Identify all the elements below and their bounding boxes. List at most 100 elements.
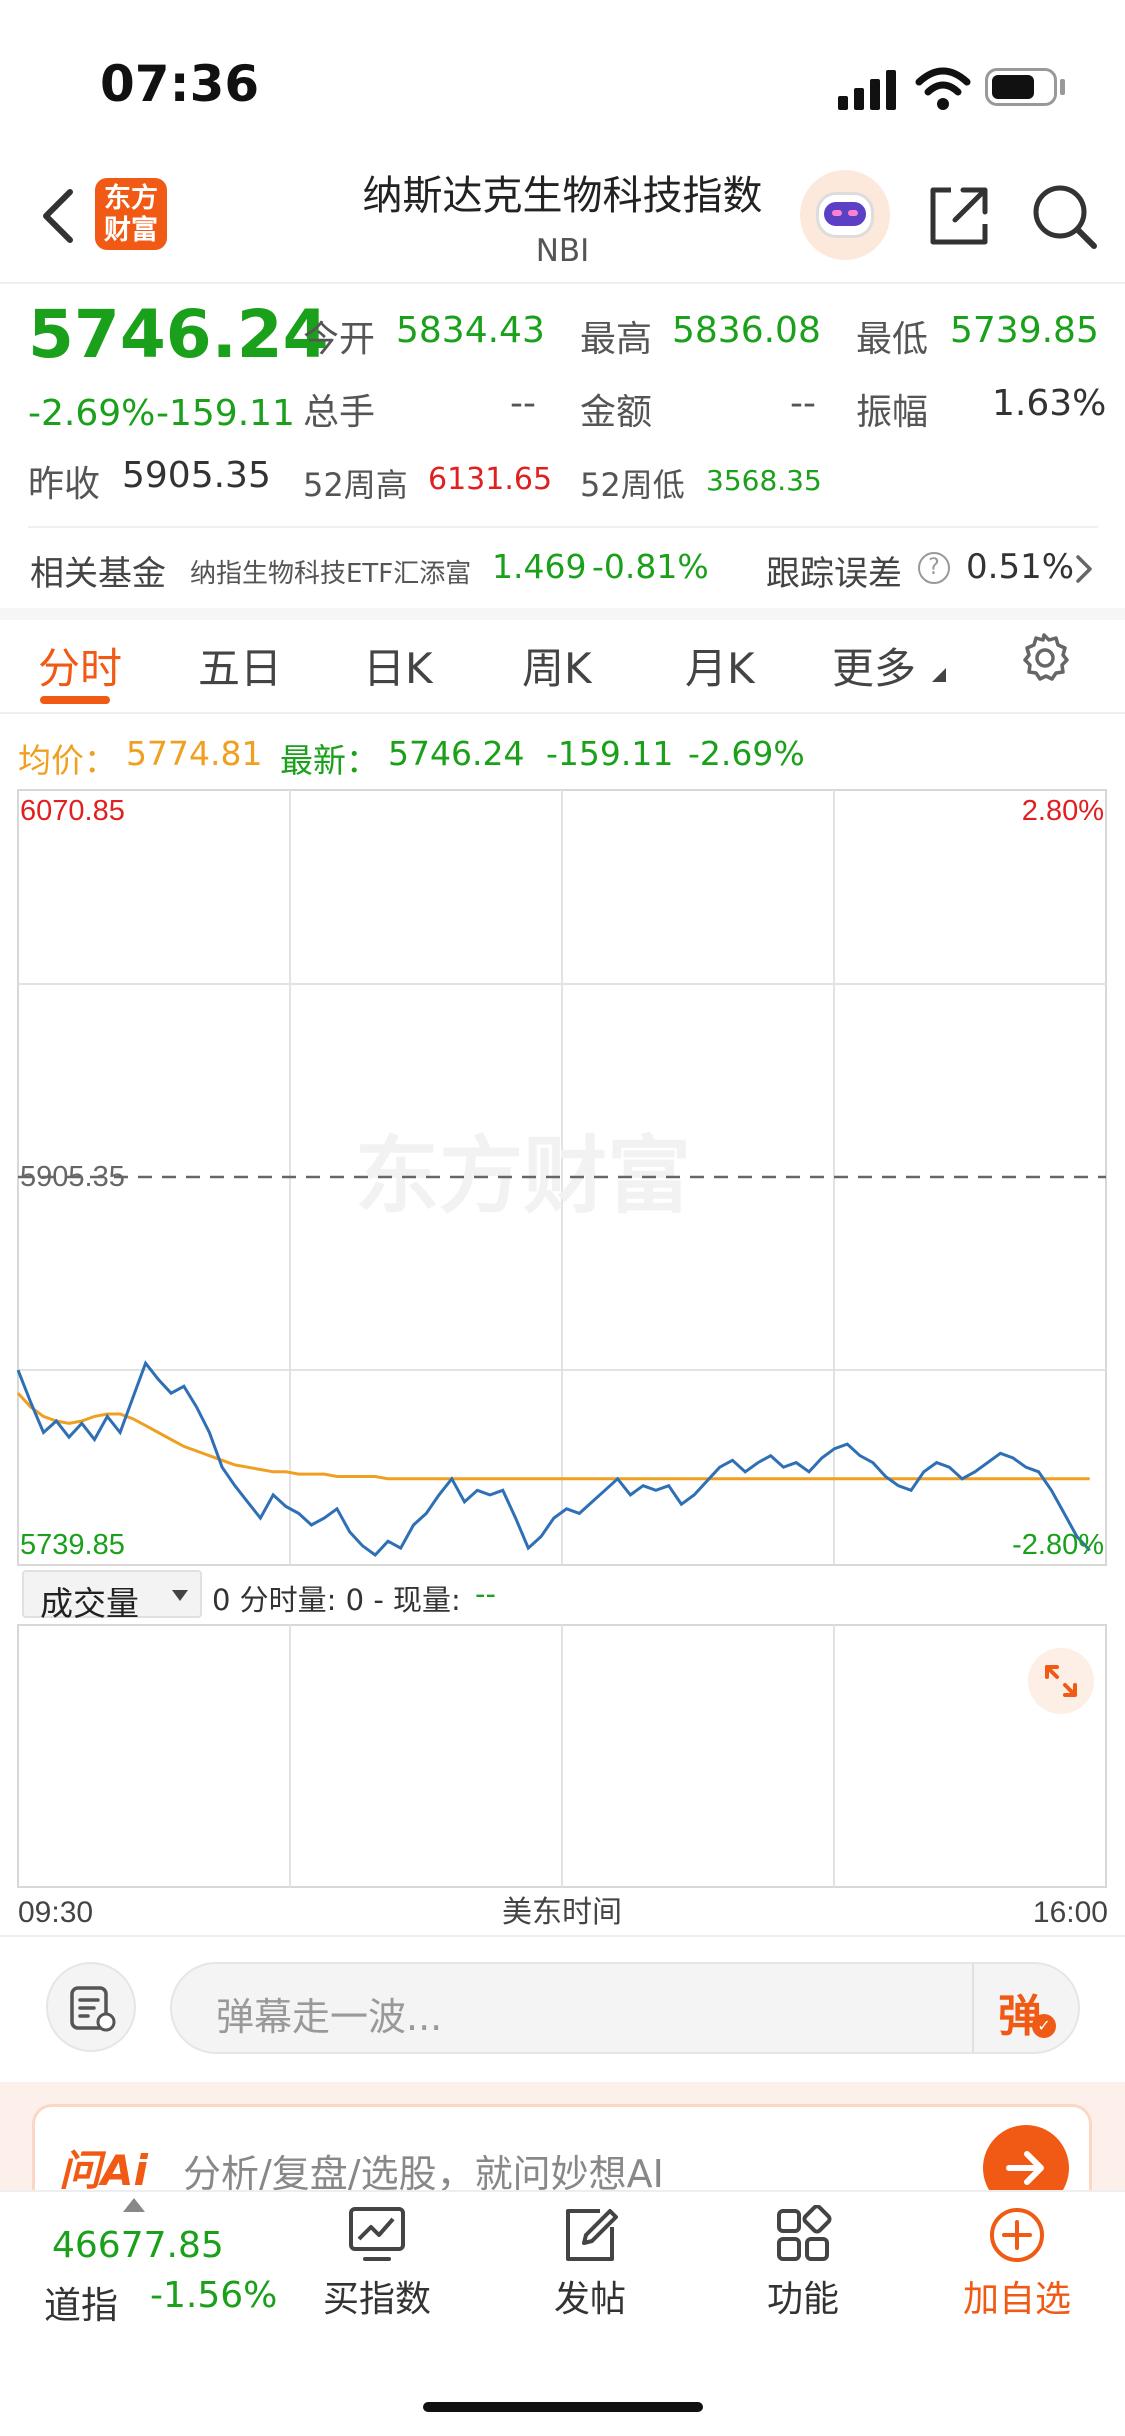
features-label: 功能 bbox=[766, 2279, 839, 2320]
prev-close-value: 5905.35 bbox=[122, 455, 271, 496]
edit-icon bbox=[566, 2209, 618, 2261]
settings-gear-icon[interactable] bbox=[1018, 632, 1070, 684]
week52-high-value: 6131.65 bbox=[428, 462, 553, 497]
pct-bottom-label: -2.80% bbox=[1012, 1529, 1104, 1561]
amplitude-value: 1.63% bbox=[992, 383, 1107, 424]
danmaku-input[interactable]: 弹幕走一波... 弹 ✓ bbox=[170, 1962, 1080, 2054]
post-label: 发帖 bbox=[553, 2279, 626, 2320]
latest-value: 5746.24 bbox=[388, 734, 525, 773]
high-value: 5836.08 bbox=[672, 310, 821, 351]
change-percent: -2.69% bbox=[28, 393, 156, 434]
tracking-error-value: 0.51% bbox=[966, 547, 1075, 587]
volume-readout-current: -- bbox=[475, 1577, 496, 1611]
amount-label: 金额 bbox=[580, 392, 653, 433]
buy-index-button[interactable]: 买指数 bbox=[302, 2200, 452, 2330]
y-bottom-label: 5739.85 bbox=[20, 1529, 125, 1561]
x-center-label: 美东时间 bbox=[502, 1895, 622, 1930]
wifi-icon bbox=[915, 67, 971, 110]
add-watchlist-label: 加自选 bbox=[962, 2279, 1071, 2320]
chevron-right-icon bbox=[1076, 555, 1092, 583]
latest-percent: -2.69% bbox=[688, 734, 805, 773]
high-label: 最高 bbox=[580, 319, 653, 360]
danmaku-settings-icon bbox=[70, 1986, 116, 2032]
open-value: 5834.43 bbox=[396, 310, 545, 351]
robot-avatar-icon[interactable] bbox=[800, 170, 890, 260]
share-icon[interactable] bbox=[925, 182, 993, 250]
fund-divider bbox=[0, 608, 1125, 620]
prev-close-label: 昨收 bbox=[28, 464, 101, 505]
check-badge-icon: ✓ bbox=[1032, 2014, 1056, 2038]
chart-bottom-divider bbox=[0, 1935, 1125, 1937]
expand-icon[interactable] bbox=[1028, 1648, 1094, 1714]
dropdown-triangle-icon bbox=[932, 668, 946, 682]
danmaku-list-button[interactable] bbox=[46, 1962, 136, 2052]
y-top-label: 6070.85 bbox=[20, 795, 125, 827]
help-icon[interactable]: ? bbox=[918, 552, 950, 584]
cellular-signal-icon bbox=[838, 70, 898, 110]
week52-high-label: 52周高 bbox=[303, 466, 408, 504]
volume-selector[interactable]: 成交量 bbox=[22, 1570, 202, 1623]
arrow-right-icon bbox=[1006, 2151, 1044, 2185]
battery-cap bbox=[1060, 79, 1065, 95]
x-end-label: 16:00 bbox=[1033, 1896, 1108, 1929]
tab-five-day[interactable]: 五日 bbox=[198, 635, 282, 696]
tracking-error-label: 跟踪误差 bbox=[766, 554, 902, 594]
tab-intraday[interactable]: 分时 bbox=[38, 635, 122, 696]
y-mid-label: 5905.35 bbox=[20, 1161, 125, 1193]
danmaku-separator bbox=[972, 1964, 974, 2052]
index-expand-arrow-icon[interactable] bbox=[123, 2198, 145, 2212]
danmaku-placeholder: 弹幕走一波... bbox=[216, 1995, 443, 2039]
grid-apps-icon bbox=[777, 2205, 832, 2261]
latest-change: -159.11 bbox=[546, 734, 674, 773]
volume-readout: 0 分时量: 0 - 现量: bbox=[212, 1583, 461, 1617]
status-time: 07:36 bbox=[100, 55, 260, 113]
tab-more[interactable]: 更多 bbox=[832, 635, 916, 696]
avg-price-value: 5774.81 bbox=[126, 734, 263, 773]
related-fund-row[interactable]: 相关基金 纳指生物科技ETF汇添富 1.469 -0.81% 跟踪误差 ? 0.… bbox=[0, 536, 1125, 596]
fund-price: 1.469 bbox=[492, 547, 587, 586]
tab-daily-k[interactable]: 日K bbox=[363, 635, 433, 696]
low-value: 5739.85 bbox=[950, 310, 1099, 351]
home-indicator bbox=[423, 2402, 703, 2412]
intraday-chart[interactable]: 东方财富 6070.85 5905.35 5739.85 2.80% -2.80… bbox=[0, 780, 1125, 1930]
fund-label: 相关基金 bbox=[30, 554, 166, 594]
dow-index-change: -1.56% bbox=[150, 2275, 278, 2316]
week52-low-label: 52周低 bbox=[580, 466, 685, 504]
change-value: -159.11 bbox=[156, 393, 295, 434]
expand-arrows-icon bbox=[1045, 1665, 1077, 1697]
add-circle-icon bbox=[990, 2208, 1044, 2262]
amount-value: -- bbox=[790, 383, 816, 424]
post-button[interactable]: 发帖 bbox=[515, 2200, 665, 2330]
volume-label: 总手 bbox=[303, 392, 376, 433]
week52-low-value: 3568.35 bbox=[706, 464, 822, 497]
volume-selector-label: 成交量 bbox=[40, 1584, 139, 1623]
avg-price-label: 均价： bbox=[18, 741, 117, 780]
danmaku-send-button[interactable]: 弹 ✓ bbox=[998, 1980, 1058, 2042]
buy-index-label: 买指数 bbox=[322, 2279, 431, 2320]
fund-change: -0.81% bbox=[592, 547, 709, 586]
ai-brand: 问Ai bbox=[59, 2146, 148, 2195]
caret-down-icon bbox=[172, 1590, 188, 1601]
quote-divider bbox=[28, 526, 1098, 528]
search-icon[interactable] bbox=[1030, 182, 1100, 252]
chart-icon bbox=[349, 2207, 405, 2261]
features-button[interactable]: 功能 bbox=[728, 2200, 878, 2330]
tab-active-indicator bbox=[40, 696, 110, 704]
dow-index-widget[interactable]: 46677.85 道指 -1.56% bbox=[20, 2215, 290, 2327]
header-divider bbox=[0, 282, 1125, 284]
tabs-divider bbox=[0, 712, 1125, 714]
tab-monthly-k[interactable]: 月K bbox=[685, 635, 755, 696]
pct-top-label: 2.80% bbox=[1022, 795, 1104, 827]
dow-index-value: 46677.85 bbox=[52, 2225, 224, 2266]
low-label: 最低 bbox=[856, 319, 929, 360]
latest-label: 最新： bbox=[280, 741, 379, 780]
tab-weekly-k[interactable]: 周K bbox=[522, 635, 592, 696]
volume-value: -- bbox=[510, 383, 536, 424]
add-watchlist-button[interactable]: 加自选 bbox=[942, 2200, 1092, 2330]
amplitude-label: 振幅 bbox=[856, 392, 929, 433]
x-start-label: 09:30 bbox=[18, 1896, 93, 1929]
battery-icon bbox=[985, 68, 1057, 106]
dow-index-name: 道指 bbox=[44, 2284, 118, 2327]
open-label: 今开 bbox=[303, 319, 376, 360]
current-price: 5746.24 bbox=[28, 296, 329, 373]
